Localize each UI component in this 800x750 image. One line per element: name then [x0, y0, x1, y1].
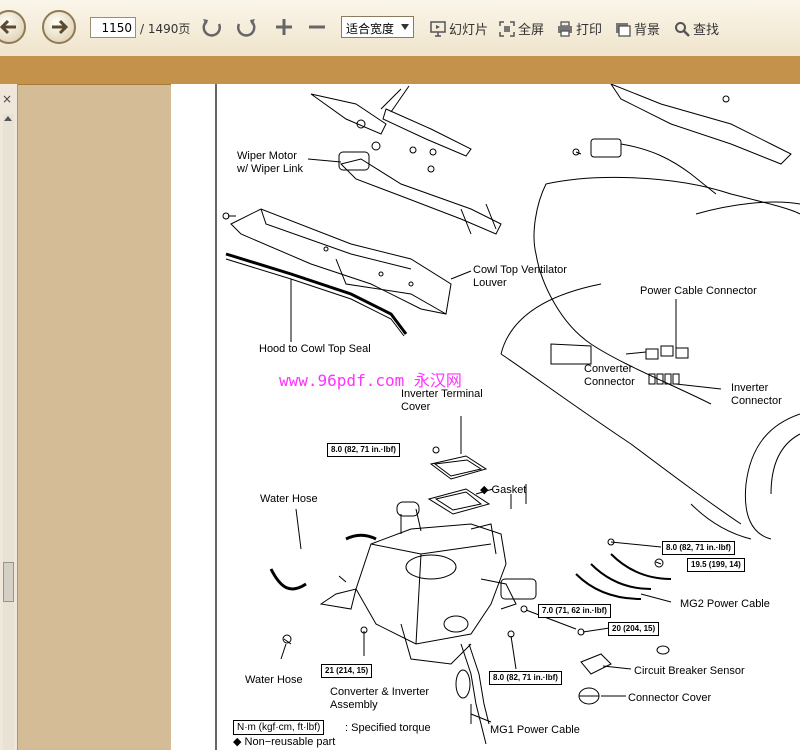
torque-spec-4: 7.0 (71, 62 in.·lbf) — [538, 604, 611, 618]
label-converter-connector: Converter Connector — [584, 363, 635, 388]
label-cowl-louver: Cowl Top Ventilator Louver — [473, 264, 567, 289]
torque-spec-3: 19.5 (199, 14) — [687, 558, 745, 572]
page-total: / 1490页 — [140, 22, 191, 36]
background-label: 背景 — [634, 23, 661, 38]
background-button[interactable]: 背景 — [615, 19, 660, 38]
panel-scrollbar[interactable] — [3, 114, 14, 750]
arrow-left-icon — [0, 19, 16, 35]
scrollbar-thumb[interactable] — [3, 562, 14, 602]
label-inverter-connector: Inverter Connector — [731, 382, 782, 407]
page-number-input[interactable] — [90, 17, 136, 38]
torque-spec-5: 20 (204, 15) — [608, 622, 660, 636]
previous-page-button[interactable] — [0, 10, 26, 44]
slideshow-label: 幻灯片 — [449, 23, 489, 38]
find-button[interactable]: 查找 — [674, 19, 719, 38]
zoom-select-value: 适合宽度 — [346, 22, 395, 36]
label-mg2-power-cable: MG2 Power Cable — [680, 598, 770, 610]
legend-non-reusable: ◆ Non−reusable part — [233, 736, 336, 748]
label-power-cable-connector: Power Cable Connector — [640, 285, 757, 297]
rotate-left-icon[interactable] — [200, 15, 224, 39]
toolbar-band — [0, 56, 800, 85]
label-water-hose-bottom: Water Hose — [245, 674, 303, 686]
torque-spec-6: 21 (214, 15) — [321, 664, 373, 678]
fullscreen-button[interactable]: 全屏 — [499, 19, 544, 38]
printer-icon — [558, 20, 572, 37]
label-connector-cover: Connector Cover — [628, 692, 712, 704]
torque-spec-1: 8.0 (82, 71 in.·lbf) — [327, 443, 400, 457]
toolbar: / 1490页 适合宽度 幻灯片 全屏 打印 背景 查找 — [0, 0, 800, 57]
torque-spec-7: 8.0 (82, 71 in.·lbf) — [489, 671, 562, 685]
close-icon[interactable]: × — [2, 92, 12, 106]
find-label: 查找 — [693, 23, 720, 38]
watermark: www.96pdf.com 永汉网 — [279, 371, 462, 390]
slideshow-button[interactable]: 幻灯片 — [430, 19, 488, 38]
label-water-hose-top: Water Hose — [260, 493, 318, 505]
label-circuit-breaker-sensor: Circuit Breaker Sensor — [634, 665, 745, 677]
label-hood-seal: Hood to Cowl Top Seal — [259, 343, 371, 355]
side-panel: × — [0, 84, 18, 750]
print-label: 打印 — [576, 23, 603, 38]
scroll-up-icon[interactable] — [4, 116, 12, 121]
zoom-in-icon[interactable] — [272, 15, 296, 39]
legend-specified-torque: : Specified torque — [345, 722, 431, 734]
background-icon — [616, 22, 631, 37]
arrow-right-icon — [52, 19, 69, 35]
zoom-out-icon[interactable] — [305, 15, 329, 39]
search-icon — [675, 21, 690, 37]
print-button[interactable]: 打印 — [557, 19, 602, 38]
torque-spec-2: 8.0 (82, 71 in.·lbf) — [662, 541, 735, 555]
label-inverter-terminal-cover: Inverter Terminal Cover — [401, 388, 483, 413]
slideshow-icon — [430, 20, 446, 37]
document-page: Wiper Motor w/ Wiper Link Cowl Top Venti… — [171, 84, 800, 750]
next-page-button[interactable] — [42, 10, 76, 44]
label-gasket: ◆ Gasket — [480, 484, 527, 496]
fullscreen-icon — [499, 20, 515, 37]
label-wiper-motor: Wiper Motor w/ Wiper Link — [237, 150, 304, 175]
label-converter-inverter-assembly: Converter & Inverter Assembly — [330, 686, 430, 711]
chevron-down-icon — [401, 24, 409, 30]
fullscreen-label: 全屏 — [518, 23, 545, 38]
legend-torque-unit: N·m (kgf·cm, ft·lbf) — [233, 720, 325, 735]
parts-diagram — [215, 84, 800, 750]
zoom-select[interactable]: 适合宽度 — [341, 16, 414, 38]
label-mg1-power-cable: MG1 Power Cable — [490, 724, 580, 736]
rotate-right-icon[interactable] — [234, 15, 258, 39]
